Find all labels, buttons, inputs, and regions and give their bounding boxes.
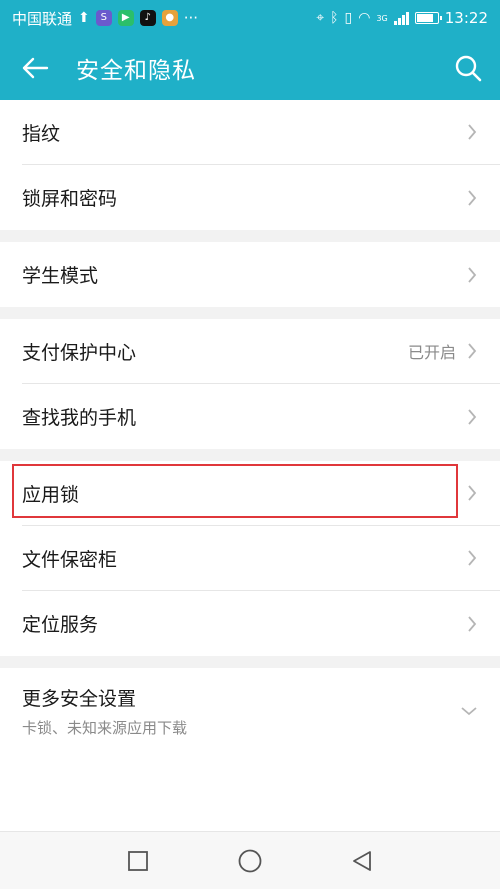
wifi-icon: ◠ (358, 10, 371, 26)
more-notifications: ··· (183, 9, 199, 27)
carrier-label: 中国联通 (12, 9, 73, 28)
group-divider (0, 230, 500, 242)
notification-icon: ⬆ (78, 10, 90, 26)
network-type: 3G (376, 13, 388, 23)
group-fingerprint-lock: 指纹 锁屏和密码 (0, 100, 500, 230)
chevron-right-icon (466, 123, 478, 141)
group-app-lock: 应用锁 文件保密柜 定位服务 (0, 461, 500, 656)
settings-item-lockscreen-password[interactable]: 锁屏和密码 (22, 165, 500, 230)
app-bar: 安全和隐私 (0, 36, 500, 100)
chevron-right-icon (466, 408, 478, 426)
item-subtitle: 卡锁、未知来源应用下载 (22, 719, 188, 737)
chevron-right-icon (466, 484, 478, 502)
bluetooth-icon: ᛒ (330, 10, 339, 26)
chevron-right-icon (466, 342, 478, 360)
signal-icon (393, 11, 409, 25)
settings-item-payment-protection[interactable]: 支付保护中心 已开启 (22, 319, 500, 384)
settings-item-student-mode[interactable]: 学生模式 (22, 242, 500, 307)
home-button[interactable] (235, 846, 265, 876)
chevron-down-icon (460, 702, 478, 720)
status-bar: 中国联通 ⬆ S ▶ ♪ ● ··· ⌖ ᛒ ▯ ◠ 3G 13:22 (0, 0, 500, 36)
settings-item-more-security[interactable]: 更多安全设置 卡锁、未知来源应用下载 (22, 668, 500, 754)
settings-item-app-lock[interactable]: 应用锁 (12, 461, 500, 526)
item-label: 定位服务 (22, 614, 99, 636)
chevron-right-icon (466, 615, 478, 633)
group-divider (0, 307, 500, 319)
item-label: 学生模式 (22, 265, 99, 287)
triangle-back-icon (353, 850, 371, 871)
group-divider (0, 449, 500, 461)
group-more-security: 更多安全设置 卡锁、未知来源应用下载 (0, 668, 500, 754)
app-notification-icon: S (95, 10, 112, 26)
search-icon (455, 55, 482, 82)
square-recents-icon (128, 850, 148, 871)
item-label: 支付保护中心 (22, 341, 137, 364)
item-label: 锁屏和密码 (22, 188, 118, 210)
tiktok-icon: ♪ (139, 10, 156, 26)
back-button[interactable] (0, 36, 70, 100)
search-button[interactable] (436, 36, 500, 100)
status-left: 中国联通 ⬆ S ▶ ♪ ● ··· (12, 8, 198, 29)
chevron-right-icon (466, 189, 478, 207)
battery-icon (414, 12, 442, 24)
item-label: 查找我的手机 (22, 407, 137, 429)
group-student-mode: 学生模式 (0, 242, 500, 307)
location-icon: ⌖ (316, 10, 325, 26)
nav-back-button[interactable] (347, 846, 377, 876)
item-label: 应用锁 (22, 483, 80, 506)
settings-list: 指纹 锁屏和密码 学生模式 支付保护中心 已开启 查找我的手机 应用锁 文件保密… (0, 100, 500, 754)
settings-item-fingerprint[interactable]: 指纹 (22, 100, 500, 165)
chevron-right-icon (466, 549, 478, 567)
status-right: ⌖ ᛒ ▯ ◠ 3G 13:22 (316, 9, 488, 27)
item-text: 更多安全设置 卡锁、未知来源应用下载 (22, 684, 460, 738)
game-app-icon: ● (161, 10, 178, 26)
settings-item-location-services[interactable]: 定位服务 (22, 591, 500, 656)
status-value: 已开启 (407, 343, 456, 362)
video-app-icon: ▶ (117, 10, 134, 26)
recents-button[interactable] (123, 846, 153, 876)
settings-item-find-my-phone[interactable]: 查找我的手机 (22, 384, 500, 449)
settings-item-file-safe[interactable]: 文件保密柜 (22, 526, 500, 591)
system-nav-bar (0, 831, 500, 889)
item-label: 指纹 (22, 122, 61, 145)
group-payment-find: 支付保护中心 已开启 查找我的手机 (0, 319, 500, 449)
page-title: 安全和隐私 (76, 58, 196, 84)
chevron-right-icon (466, 266, 478, 284)
bottom-area (0, 752, 500, 889)
arrow-left-icon (22, 57, 49, 79)
item-label: 文件保密柜 (22, 548, 118, 571)
clock: 13:22 (444, 9, 488, 27)
vibrate-icon: ▯ (344, 10, 353, 26)
item-label: 更多安全设置 (22, 688, 137, 710)
circle-home-icon (238, 849, 262, 872)
group-divider (0, 656, 500, 668)
